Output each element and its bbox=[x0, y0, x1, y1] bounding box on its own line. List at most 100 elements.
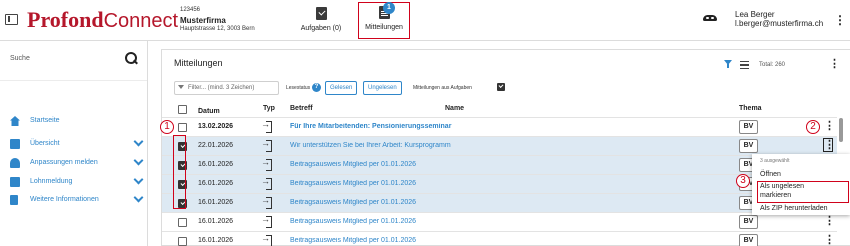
read-status-label: Lesestatus bbox=[286, 85, 311, 91]
row-subject-link[interactable]: Für Ihre Mitarbeitenden: Pensionierungss… bbox=[290, 123, 468, 130]
inbox-arrow-icon bbox=[261, 195, 272, 209]
company-info: 123456 Musterfirma Hauptstrasse 12, 3003… bbox=[180, 6, 255, 34]
row-subject-link[interactable]: Beitragsausweis Mitglied per 01.01.2026 bbox=[290, 199, 590, 206]
row-date: 22.01.2026 bbox=[198, 142, 234, 149]
row-date: 16.01.2026 bbox=[198, 199, 234, 206]
column-name[interactable]: Name bbox=[445, 105, 464, 112]
row-theme-badge: BV bbox=[739, 120, 758, 134]
row-theme-badge: BV bbox=[739, 139, 758, 153]
annotation-highlight-box bbox=[757, 181, 849, 203]
filter-chip-read[interactable]: Gelesen bbox=[325, 81, 358, 95]
panel-title: Mitteilungen bbox=[174, 58, 223, 68]
row-checkbox[interactable] bbox=[178, 237, 187, 246]
brand-name-rest: Connect bbox=[103, 10, 179, 32]
brand-logo[interactable]: ProfondConnect bbox=[27, 8, 178, 33]
column-subject[interactable]: Betreff bbox=[290, 105, 313, 112]
row-subject-link[interactable]: Beitragsausweis Mitglied per 01.01.2026 bbox=[290, 180, 590, 187]
document-icon bbox=[10, 195, 18, 205]
sidebar-item-weitere-infos[interactable]: Weitere Informationen bbox=[0, 192, 147, 209]
chevron-down-icon[interactable] bbox=[133, 174, 144, 185]
sidebar-item-lohnmeldung[interactable]: Lohnmeldung bbox=[0, 174, 147, 191]
header-more-icon[interactable]: ⋮ bbox=[834, 13, 846, 27]
user-info[interactable]: Lea Berger l.berger@musterfirma.ch bbox=[735, 10, 823, 28]
menu-item-zip[interactable]: Als ZIP herunterladen bbox=[760, 205, 828, 213]
row-date: 16.01.2026 bbox=[198, 218, 234, 225]
row-date: 16.01.2026 bbox=[198, 180, 234, 187]
row-date: 16.01.2026 bbox=[198, 161, 234, 168]
buildings-icon bbox=[10, 139, 20, 149]
row-checkbox[interactable] bbox=[178, 123, 187, 132]
row-subject-link[interactable]: Beitragsausweis Mitglied per 01.01.2026 bbox=[290, 161, 590, 168]
annotation-marker-2: 2 bbox=[806, 120, 820, 134]
column-date[interactable]: Datum ↓ bbox=[198, 105, 220, 115]
chevron-down-icon[interactable] bbox=[133, 155, 144, 166]
nav-messages[interactable]: 1 Mitteilungen bbox=[358, 2, 410, 39]
inbox-arrow-icon bbox=[261, 176, 272, 190]
select-all-checkbox[interactable] bbox=[178, 105, 187, 114]
inbox-arrow-icon bbox=[261, 233, 272, 246]
filter-funnel-icon bbox=[178, 85, 184, 89]
sidebar-item-anpassungen[interactable]: Anpassungen melden bbox=[0, 155, 147, 172]
help-icon[interactable]: ? bbox=[312, 83, 321, 92]
column-type[interactable]: Typ bbox=[263, 105, 275, 112]
clipboard-check-icon bbox=[315, 7, 327, 20]
table-row[interactable]: 22.01.2026 Wir unterstützen Sie bei Ihrer… bbox=[162, 136, 837, 155]
table-row[interactable]: 16.01.2026 Beitragsausweis Mitglied per 0… bbox=[162, 193, 837, 212]
user-name: Lea Berger bbox=[735, 10, 775, 19]
chevron-down-icon[interactable] bbox=[133, 192, 144, 203]
sidebar-search[interactable]: Suche bbox=[0, 41, 147, 81]
company-name: Musterfirma bbox=[180, 16, 226, 25]
row-date: 16.01.2026 bbox=[198, 237, 234, 244]
inbox-arrow-icon bbox=[261, 138, 272, 152]
table-row[interactable]: 13.02.2026 Für Ihre Mitarbeitenden: Pensi… bbox=[162, 117, 837, 136]
sidebar-item-label: Lohnmeldung bbox=[30, 178, 73, 185]
user-email: l.berger@musterfirma.ch bbox=[735, 19, 824, 28]
annotation-checkbox-box bbox=[173, 135, 186, 209]
messages-panel: Mitteilungen Total: 260 ⋮ Filter... (min… bbox=[161, 49, 850, 246]
company-number: 123456 bbox=[180, 7, 201, 13]
sidebar-item-uebersicht[interactable]: Übersicht bbox=[0, 136, 147, 153]
row-theme-badge: BV bbox=[739, 215, 758, 229]
home-icon bbox=[10, 116, 20, 126]
search-placeholder: Suche bbox=[10, 55, 30, 62]
from-tasks-checkbox[interactable] bbox=[497, 83, 505, 91]
menu-item-open[interactable]: Öffnen bbox=[760, 171, 781, 179]
filter-icon[interactable] bbox=[724, 60, 732, 69]
table-row[interactable]: 16.01.2026 Beitragsausweis Mitglied per 0… bbox=[162, 231, 837, 246]
panel-more-icon[interactable]: ⋮ bbox=[829, 58, 840, 70]
row-more-icon[interactable]: ⋮ bbox=[824, 215, 835, 227]
top-header: ProfondConnect 123456 Musterfirma Haupts… bbox=[0, 0, 850, 41]
selection-count: 3 ausgewählt bbox=[760, 158, 790, 164]
sidebar: Suche Startseite Übersicht Anpassungen m… bbox=[0, 41, 148, 246]
row-more-icon[interactable]: ⋮ bbox=[823, 138, 835, 152]
table-header: Datum ↓ Typ Betreff Name Thema bbox=[162, 102, 850, 116]
table-scrollbar[interactable] bbox=[839, 118, 843, 142]
chevron-down-icon[interactable] bbox=[133, 136, 144, 147]
search-icon[interactable] bbox=[125, 52, 137, 64]
filter-placeholder: Filter... (mind. 3 Zeichen) bbox=[188, 85, 255, 91]
messages-badge: 1 bbox=[383, 2, 395, 14]
sidebar-item-startseite[interactable]: Startseite bbox=[0, 114, 147, 130]
row-subject-link[interactable]: Beitragsausweis Mitglied per 01.01.2026 bbox=[290, 237, 590, 244]
row-checkbox[interactable] bbox=[178, 218, 187, 227]
column-theme[interactable]: Thema bbox=[739, 105, 762, 112]
table-row[interactable]: 16.01.2026 Beitragsausweis Mitglied per 0… bbox=[162, 212, 837, 231]
nav-messages-label: Mitteilungen bbox=[365, 24, 403, 31]
nav-tasks[interactable]: Aufgaben (0) bbox=[286, 4, 356, 38]
inbox-arrow-icon bbox=[261, 157, 272, 171]
from-tasks-label: Mitteilungen aus Aufgaben bbox=[413, 85, 472, 91]
sidebar-item-label: Übersicht bbox=[30, 140, 60, 147]
table-row[interactable]: 16.01.2026 Beitragsausweis Mitglied per 0… bbox=[162, 155, 837, 174]
columns-settings-icon[interactable] bbox=[740, 61, 749, 69]
sidebar-toggle-icon[interactable] bbox=[5, 14, 18, 25]
row-more-icon[interactable]: ⋮ bbox=[824, 120, 835, 132]
inbox-arrow-icon bbox=[261, 119, 272, 133]
row-subject-link[interactable]: Wir unterstützen Sie bei Ihrer Arbeit: K… bbox=[290, 142, 468, 149]
filter-input[interactable]: Filter... (mind. 3 Zeichen) bbox=[174, 81, 279, 95]
nav-tasks-label: Aufgaben (0) bbox=[300, 25, 342, 32]
row-more-icon[interactable]: ⋮ bbox=[824, 234, 835, 246]
total-count: Total: 260 bbox=[759, 62, 786, 68]
filter-chip-unread[interactable]: Ungelesen bbox=[363, 81, 402, 95]
people-icon bbox=[10, 158, 20, 168]
row-subject-link[interactable]: Beitragsausweis Mitglied per 01.01.2026 bbox=[290, 218, 590, 225]
